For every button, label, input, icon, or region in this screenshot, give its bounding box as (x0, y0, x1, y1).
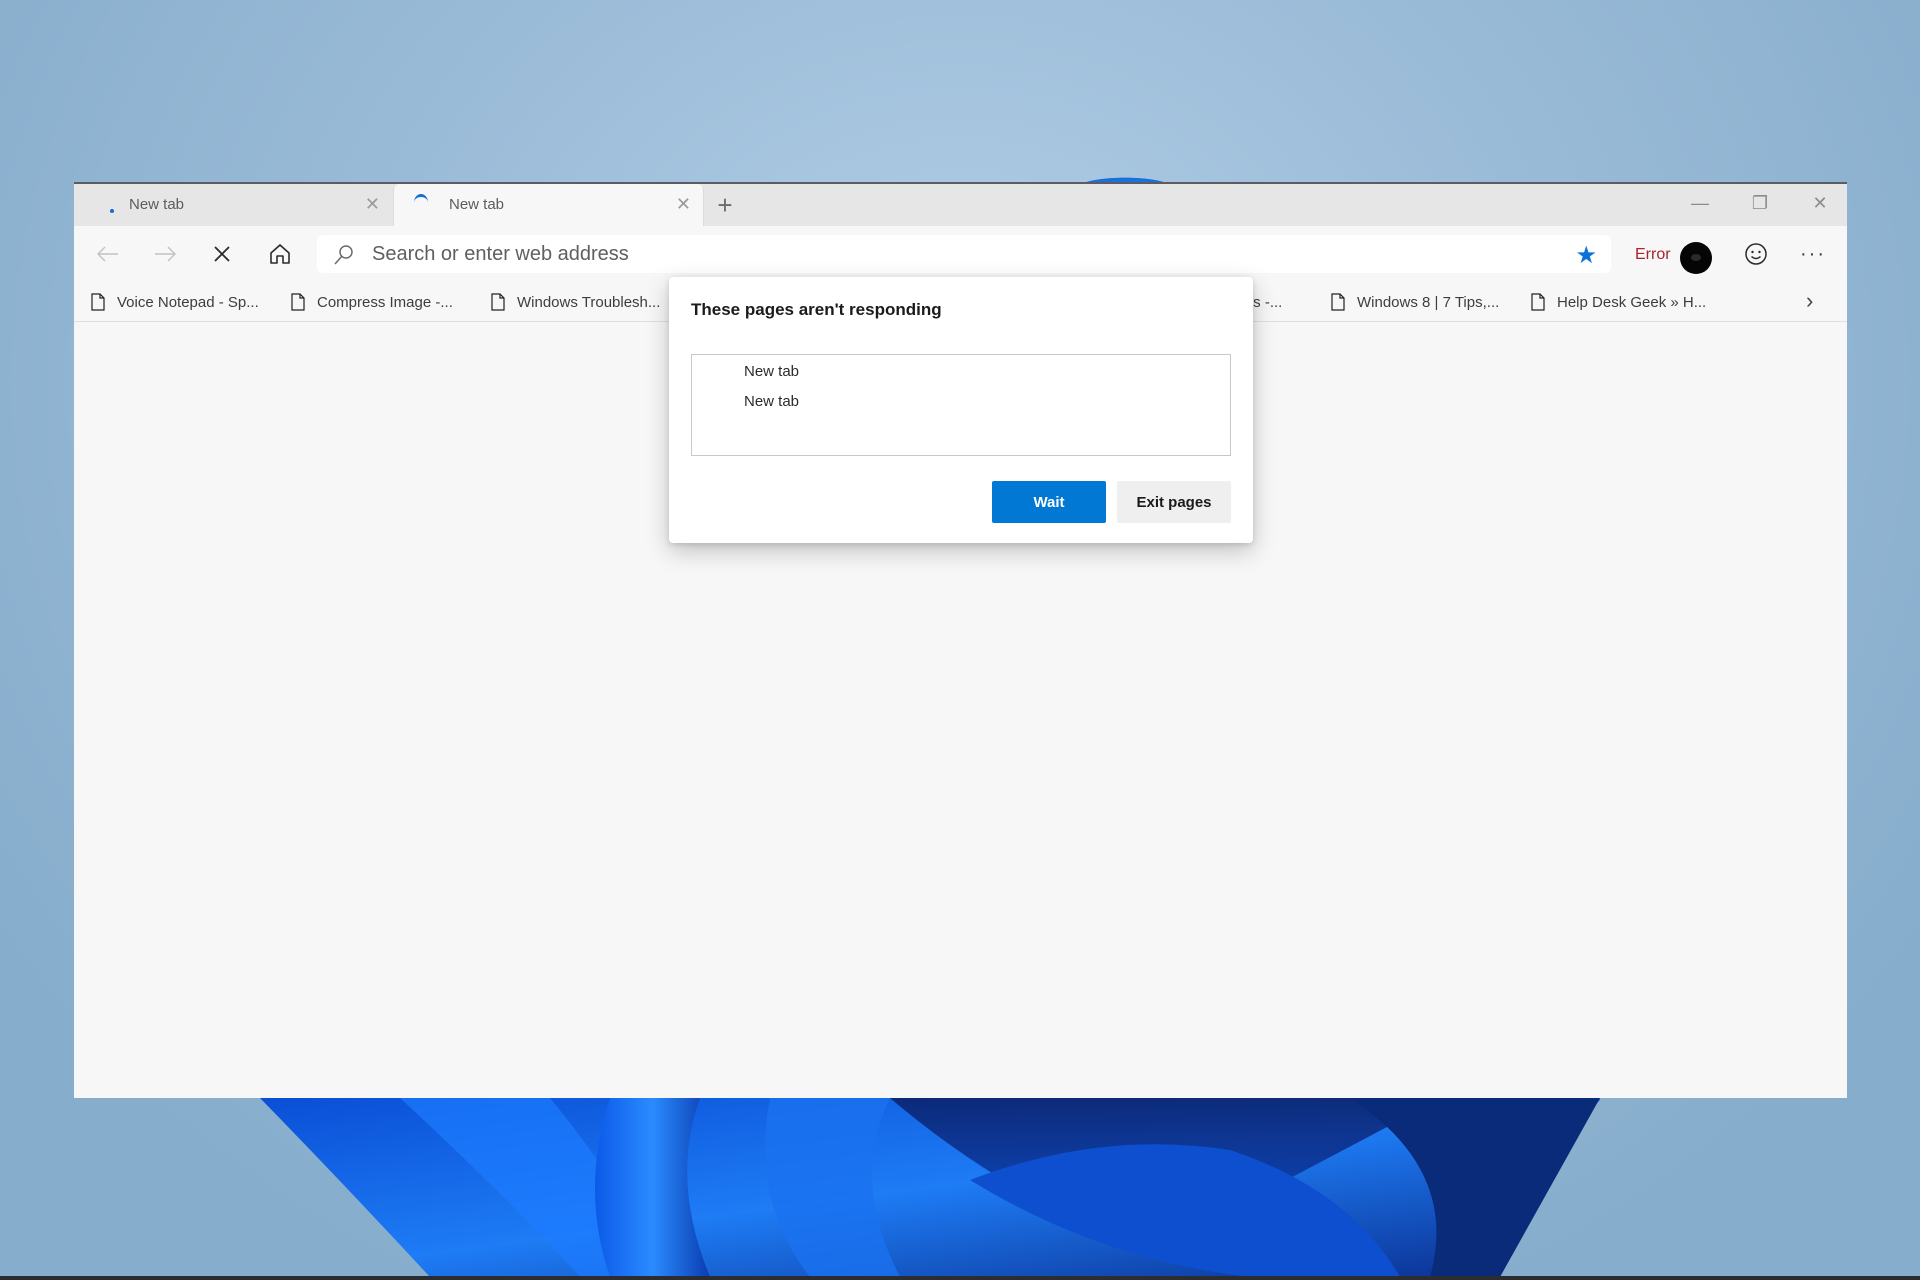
tab-close-icon[interactable]: ✕ (676, 194, 691, 215)
close-window-button[interactable]: ✕ (1800, 186, 1840, 220)
bookmark-label: Windows 8 | 7 Tips,... (1357, 293, 1500, 311)
bookmark-item[interactable]: Help Desk Geek » H... (1531, 282, 1706, 322)
page-icon (1531, 293, 1545, 311)
exit-pages-button[interactable]: Exit pages (1117, 481, 1231, 523)
page-icon (1331, 293, 1345, 311)
list-item: New tab (744, 363, 800, 380)
forward-button[interactable] (145, 234, 185, 274)
toolbar: ★ Error ··· (74, 226, 1847, 282)
page-icon (291, 293, 305, 311)
bookmark-item[interactable]: Voice Notepad - Sp... (91, 282, 259, 322)
address-input[interactable] (372, 235, 1522, 273)
chevron-right-icon[interactable]: › (1806, 288, 1813, 314)
page-icon (491, 293, 505, 311)
arrow-left-icon (97, 246, 118, 262)
wait-button[interactable]: Wait (992, 481, 1106, 523)
new-tab-button[interactable]: + (710, 190, 740, 220)
bookmark-label: Voice Notepad - Sp... (117, 293, 259, 311)
tab-2-active[interactable]: New tab ✕ (393, 184, 704, 226)
tab-title: New tab (129, 196, 185, 213)
stop-button[interactable] (202, 234, 242, 274)
unresponsive-pages-list: New tab New tab (691, 354, 1231, 456)
home-button[interactable] (260, 234, 300, 274)
back-button[interactable] (88, 234, 128, 274)
loading-dot-icon (110, 209, 114, 213)
page-icon (91, 293, 105, 311)
not-responding-dialog: These pages aren't responding New tab Ne… (669, 277, 1253, 543)
dialog-title: These pages aren't responding (691, 300, 942, 319)
profile-error-label[interactable]: Error (1635, 246, 1671, 264)
bookmark-item[interactable]: Windows 8 | 7 Tips,... (1331, 282, 1499, 322)
stop-x-icon (214, 246, 230, 262)
more-menu-button[interactable]: ··· (1793, 234, 1833, 274)
bookmark-label: Windows Troublesh... (517, 293, 661, 311)
bookmark-item[interactable]: Compress Image -... (291, 282, 453, 322)
home-icon (270, 244, 290, 264)
profile-avatar[interactable] (1680, 242, 1712, 274)
tab-title: New tab (449, 196, 505, 213)
arrow-right-icon (155, 246, 176, 262)
bookmark-label: Help Desk Geek » H... (1557, 293, 1707, 311)
smiley-icon (1745, 243, 1767, 265)
feedback-button[interactable] (1736, 234, 1776, 274)
list-item: New tab (744, 393, 800, 410)
tab-1[interactable]: New tab ✕ (74, 184, 392, 226)
taskbar (0, 1276, 1920, 1280)
bookmark-label: Compress Image -... (317, 293, 453, 311)
tab-strip: New tab ✕ New tab ✕ + — ❐ ✕ (74, 184, 1847, 226)
loading-spinner-icon (414, 194, 428, 211)
tab-close-icon[interactable]: ✕ (365, 194, 380, 215)
favorite-star-icon[interactable]: ★ (1575, 241, 1597, 270)
restore-button[interactable]: ❐ (1740, 186, 1780, 220)
search-icon (334, 245, 353, 265)
address-bar[interactable]: ★ (317, 235, 1611, 273)
minimize-button[interactable]: — (1680, 186, 1720, 220)
bookmark-item[interactable]: Windows Troublesh... (491, 282, 660, 322)
